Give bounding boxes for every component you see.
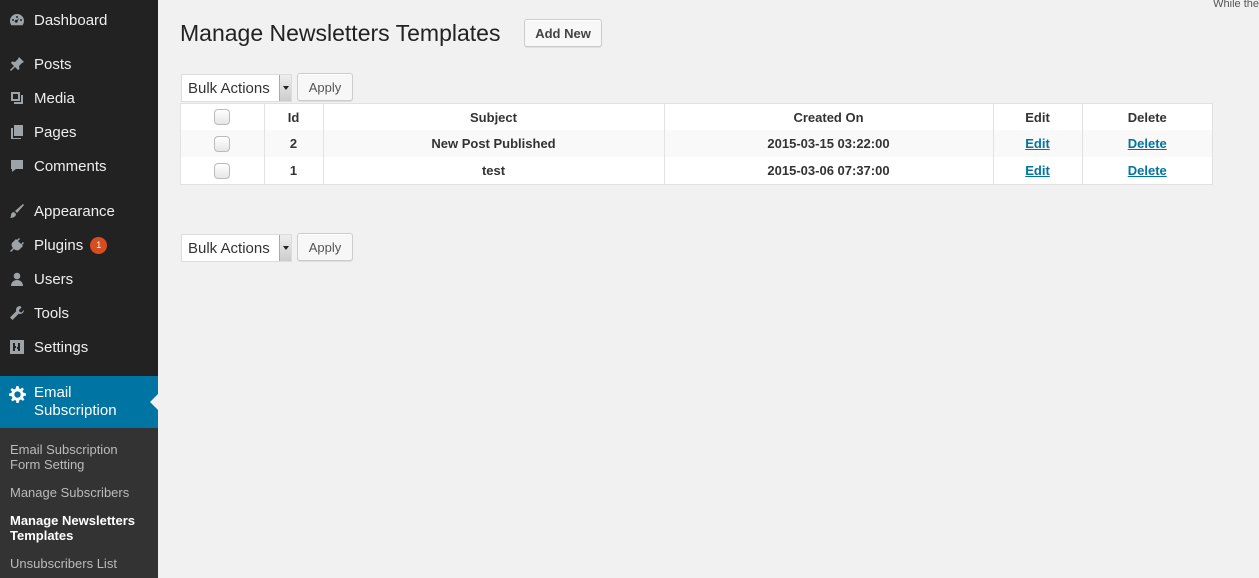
chevron-down-icon — [279, 75, 291, 101]
submenu-label: Form Setting — [10, 457, 85, 472]
sidebar-item-media[interactable]: Media — [0, 81, 158, 115]
label-line-2: Subscription — [34, 402, 117, 419]
sidebar-item-plugins[interactable]: Plugins 1 — [0, 228, 158, 262]
submenu-manage-templates[interactable]: Manage Newsletters Templates — [10, 513, 150, 543]
edit-link[interactable]: Edit — [1025, 136, 1050, 151]
apply-button-top[interactable]: Apply — [297, 73, 353, 101]
pin-icon — [0, 56, 34, 72]
sidebar-item-label: Email Subscription — [34, 384, 117, 420]
row-checkbox[interactable] — [214, 162, 231, 179]
bulk-actions-value: Bulk Actions — [188, 79, 270, 97]
table-row: 2 New Post Published 2015-03-15 03:22:00… — [181, 130, 1212, 157]
subject-cell: New Post Published — [323, 130, 665, 157]
bulk-actions-select-bottom[interactable]: Bulk Actions — [181, 234, 292, 262]
gear-icon — [0, 384, 34, 403]
sidebar-submenu: Email Subscription Form Setting Manage S… — [0, 428, 158, 578]
sidebar-item-tools[interactable]: Tools — [0, 296, 158, 330]
bulk-actions-select-top[interactable]: Bulk Actions — [181, 74, 292, 102]
sidebar-item-label: Media — [34, 89, 75, 107]
sidebar-item-settings[interactable]: Settings — [0, 330, 158, 364]
settings-icon — [0, 339, 34, 355]
apply-button-bottom[interactable]: Apply — [297, 233, 353, 261]
brush-icon — [0, 203, 34, 219]
column-header-id[interactable]: Id — [264, 104, 324, 130]
sidebar-item-pages[interactable]: Pages — [0, 115, 158, 149]
submenu-label: Manage Subscribers — [10, 485, 130, 500]
wrench-icon — [0, 305, 34, 321]
sidebar-item-label: Posts — [34, 55, 72, 73]
table-header-row: Id Subject Created On Edit Delete — [181, 104, 1212, 130]
current-menu-arrow — [150, 394, 158, 410]
submenu-label: Email Subscription — [10, 442, 118, 457]
plug-icon — [0, 237, 34, 253]
table-row: 1 test 2015-03-06 07:37:00 Edit Delete — [181, 157, 1212, 184]
select-all-checkbox[interactable] — [214, 109, 231, 126]
submenu-label: Unsubscribers List — [10, 556, 117, 571]
user-icon — [0, 271, 34, 287]
edit-cell: Edit — [993, 130, 1083, 157]
add-new-button[interactable]: Add New — [524, 19, 602, 47]
submenu-form-setting[interactable]: Email Subscription Form Setting — [10, 442, 150, 472]
sidebar-item-label: Comments — [34, 157, 107, 175]
sidebar-item-posts[interactable]: Posts — [0, 47, 158, 81]
sidebar-item-label: Tools — [34, 304, 70, 322]
sidebar-item-appearance[interactable]: Appearance — [0, 194, 158, 228]
row-checkbox[interactable] — [214, 135, 231, 152]
column-header-edit: Edit — [993, 104, 1083, 130]
id-cell: 2 — [264, 130, 324, 157]
column-header-delete: Delete — [1127, 109, 1167, 125]
delete-link[interactable]: Delete — [1128, 136, 1167, 151]
sidebar-item-comments[interactable]: Comments — [0, 149, 158, 183]
label-line-1: Email — [34, 384, 72, 401]
update-count-badge: 1 — [90, 236, 108, 254]
delete-cell: Delete — [1082, 130, 1212, 157]
admin-sidebar: Dashboard Posts Media Pages Comments App… — [0, 0, 158, 578]
comment-icon — [0, 158, 34, 174]
delete-cell: Delete — [1082, 157, 1212, 184]
created-on-cell: 2015-03-15 03:22:00 — [664, 130, 994, 157]
edit-link[interactable]: Edit — [1025, 163, 1050, 178]
select-all-cell — [181, 104, 265, 130]
sidebar-item-label: Plugins — [34, 236, 84, 254]
submenu-label: Manage Newsletters — [10, 513, 135, 528]
media-icon — [0, 90, 34, 106]
bulk-actions-value: Bulk Actions — [188, 239, 270, 257]
edit-cell: Edit — [993, 157, 1083, 184]
page-title: Manage Newsletters Templates — [180, 20, 501, 46]
column-header-created-on[interactable]: Created On — [664, 104, 994, 130]
sidebar-item-email-subscription[interactable]: Email Subscription — [0, 376, 158, 428]
dashboard-icon — [0, 12, 34, 28]
submenu-manage-subscribers[interactable]: Manage Subscribers — [10, 485, 150, 500]
subject-cell: test — [323, 157, 665, 184]
id-cell: 1 — [264, 157, 324, 184]
sidebar-item-users[interactable]: Users — [0, 262, 158, 296]
sidebar-item-label: Dashboard — [34, 11, 108, 29]
truncated-notice-text: While the — [1213, 0, 1259, 10]
column-header-subject[interactable]: Subject — [323, 104, 665, 130]
submenu-unsubscribers-list[interactable]: Unsubscribers List — [10, 556, 150, 571]
sidebar-item-label: Users — [34, 270, 74, 288]
pages-icon — [0, 124, 34, 140]
chevron-down-icon — [279, 235, 291, 261]
row-select-cell — [181, 130, 265, 157]
sidebar-item-label: Pages — [34, 123, 77, 141]
row-select-cell — [181, 157, 265, 184]
delete-link[interactable]: Delete — [1128, 163, 1167, 178]
sidebar-item-label: Appearance — [34, 202, 115, 220]
submenu-label: Templates — [10, 528, 74, 543]
created-on-cell: 2015-03-06 07:37:00 — [664, 157, 994, 184]
templates-table: Id Subject Created On Edit Delete 2 New … — [180, 103, 1213, 185]
sidebar-item-label: Settings — [34, 338, 89, 356]
sidebar-item-dashboard[interactable]: Dashboard — [0, 3, 158, 37]
